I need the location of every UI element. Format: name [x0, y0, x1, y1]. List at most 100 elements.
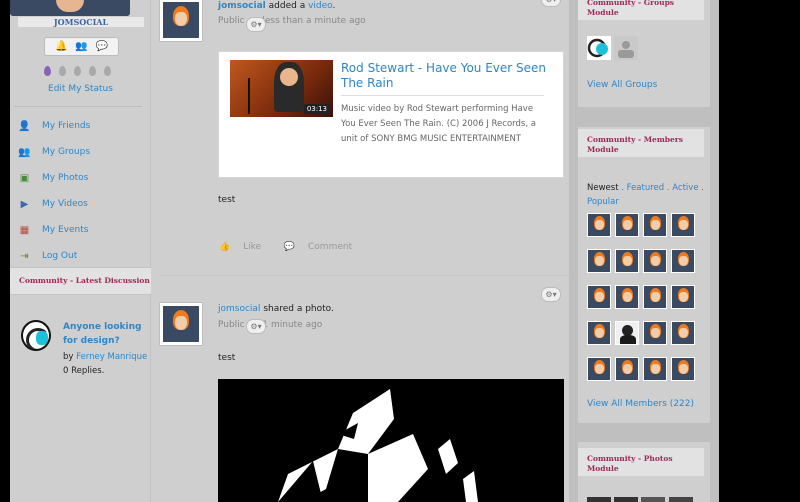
profile-username[interactable]: JOMSOCIAL	[18, 17, 144, 27]
video-icon: ▶	[20, 198, 29, 210]
group-thumbnail[interactable]	[614, 36, 638, 60]
friend-requests-icon[interactable]: 👥	[75, 41, 87, 52]
post-avatar[interactable]	[159, 0, 203, 42]
shared-photo[interactable]	[218, 379, 564, 502]
member-avatar[interactable]	[643, 249, 667, 273]
messages-icon[interactable]: 💬	[96, 41, 108, 52]
member-avatar[interactable]	[671, 321, 695, 345]
comment-button[interactable]: 💬 Comment	[284, 242, 362, 252]
member-avatar[interactable]	[615, 213, 639, 237]
gear-icon: ⚙▾	[545, 0, 556, 4]
member-avatar[interactable]	[643, 357, 667, 381]
sidebar-menu: 👤 My Friends 👥 My Groups ▣ My Photos ▶ M…	[18, 113, 143, 269]
video-card: 03:13 Rod Stewart - Have You Ever Seen T…	[218, 51, 564, 178]
member-avatar[interactable]	[643, 285, 667, 309]
actor-link[interactable]: jomsocial	[218, 304, 260, 314]
notification-bar: 🔔 👥 💬	[44, 37, 119, 56]
member-avatar[interactable]	[587, 285, 611, 309]
sidebar-item-label: My Groups	[42, 147, 91, 157]
sidebar-item-my-friends[interactable]: 👤 My Friends	[18, 113, 143, 139]
gear-icon: ⚙▾	[250, 20, 262, 29]
members-tabs: Newest . Featured . Active . Popular	[587, 183, 704, 207]
discussion-avatar[interactable]	[21, 320, 51, 351]
activity-verb: added a	[268, 1, 306, 11]
view-all-members-link[interactable]: View All Members (222)	[587, 399, 694, 409]
photo-thumbnail[interactable]	[614, 497, 638, 502]
privacy-dropdown-button[interactable]: ⚙▾	[246, 319, 266, 334]
status-level-drops	[44, 66, 111, 76]
post-options-button[interactable]: ⚙▾	[541, 287, 561, 302]
member-avatar[interactable]	[643, 321, 667, 345]
activity-verb: shared a photo.	[263, 304, 334, 314]
tab-active[interactable]: Active	[672, 183, 698, 193]
timestamp: less than a minute ago	[262, 16, 366, 26]
tab-popular[interactable]: Popular	[587, 197, 619, 207]
video-description: Music video by Rod Stewart performing Ha…	[341, 104, 536, 144]
discussion-title-link[interactable]: Anyone looking for design?	[63, 320, 149, 348]
calendar-icon: ▦	[19, 224, 30, 236]
member-avatar[interactable]	[615, 249, 639, 273]
sidebar-item-my-videos[interactable]: ▶ My Videos	[18, 191, 143, 217]
member-avatar[interactable]	[587, 321, 611, 345]
default-group-icon	[614, 36, 638, 60]
sidebar-item-label: My Videos	[42, 199, 88, 209]
video-thumbnail[interactable]: 03:13	[230, 60, 333, 117]
member-avatar[interactable]	[643, 213, 667, 237]
member-avatar[interactable]	[587, 357, 611, 381]
photo-image	[218, 379, 564, 502]
member-avatar[interactable]	[587, 213, 611, 237]
sidebar-item-label: My Friends	[42, 121, 91, 131]
member-avatar[interactable]	[671, 213, 695, 237]
drop-icon	[89, 66, 96, 76]
profile-avatar[interactable]	[10, 0, 130, 16]
discussion-meta: by Ferney Manrique 0 Replies.	[63, 350, 149, 378]
page: JOMSOCIAL 🔔 👥 💬 Edit My Status 👤 My Frie…	[0, 0, 800, 502]
sidebar-item-my-groups[interactable]: 👥 My Groups	[18, 139, 143, 165]
discussion-replies: 0 Replies.	[63, 366, 105, 376]
member-avatar[interactable]	[615, 357, 639, 381]
drop-icon	[59, 66, 66, 76]
member-avatar[interactable]	[671, 249, 695, 273]
post-message: test	[218, 195, 236, 205]
member-avatar[interactable]	[615, 285, 639, 309]
period: .	[332, 1, 336, 11]
sidebar-item-my-events[interactable]: ▦ My Events	[18, 217, 143, 243]
member-avatar[interactable]	[671, 357, 695, 381]
privacy-dropdown-button[interactable]: ⚙▾	[246, 17, 266, 32]
member-avatar[interactable]	[615, 321, 639, 345]
group-thumbnail[interactable]	[587, 36, 611, 60]
sidebar-item-label: Log Out	[42, 251, 78, 261]
like-button[interactable]: 👍 Like	[219, 242, 271, 252]
post-meta: Public less than a minute ago	[218, 16, 366, 26]
photo-thumbnail[interactable]	[669, 497, 693, 502]
post-actions: 👍 Like 💬 Comment	[219, 242, 372, 252]
sidebar-item-label: My Photos	[42, 173, 89, 183]
object-link[interactable]: video	[308, 1, 332, 11]
actor-link[interactable]: jomsocial	[218, 1, 266, 11]
window-edge	[719, 0, 800, 502]
edit-status-link[interactable]: Edit My Status	[10, 84, 151, 94]
member-avatar[interactable]	[671, 285, 695, 309]
discussion-author-link[interactable]: Ferney Manrique	[76, 352, 147, 362]
gear-icon: ⚙▾	[545, 290, 557, 299]
members-module-heading: Community - Members Module	[578, 129, 704, 157]
photos-module-heading: Community - Photos Module	[578, 448, 704, 476]
logout-icon: ⇥	[20, 250, 29, 262]
video-title-link[interactable]: Rod Stewart - Have You Ever Seen The Rai…	[341, 61, 551, 91]
group-logo-icon	[587, 36, 611, 60]
members-grid	[587, 213, 699, 381]
bell-icon[interactable]: 🔔	[55, 41, 67, 52]
post-activity-line: jomsocial shared a photo.	[218, 304, 334, 314]
tab-newest[interactable]: Newest	[587, 183, 619, 193]
member-avatar[interactable]	[587, 249, 611, 273]
tab-featured[interactable]: Featured	[627, 183, 665, 193]
sidebar-item-log-out[interactable]: ⇥ Log Out	[18, 243, 143, 269]
photo-thumbnail[interactable]	[587, 497, 611, 502]
photo-icon: ▣	[19, 172, 30, 184]
photo-thumbnail[interactable]	[641, 497, 665, 502]
view-all-groups-link[interactable]: View All Groups	[587, 80, 657, 90]
timestamp: 1 minute ago	[262, 320, 323, 330]
sidebar-item-my-photos[interactable]: ▣ My Photos	[18, 165, 143, 191]
post-avatar[interactable]	[159, 302, 203, 346]
gear-icon: ⚙▾	[250, 322, 262, 331]
